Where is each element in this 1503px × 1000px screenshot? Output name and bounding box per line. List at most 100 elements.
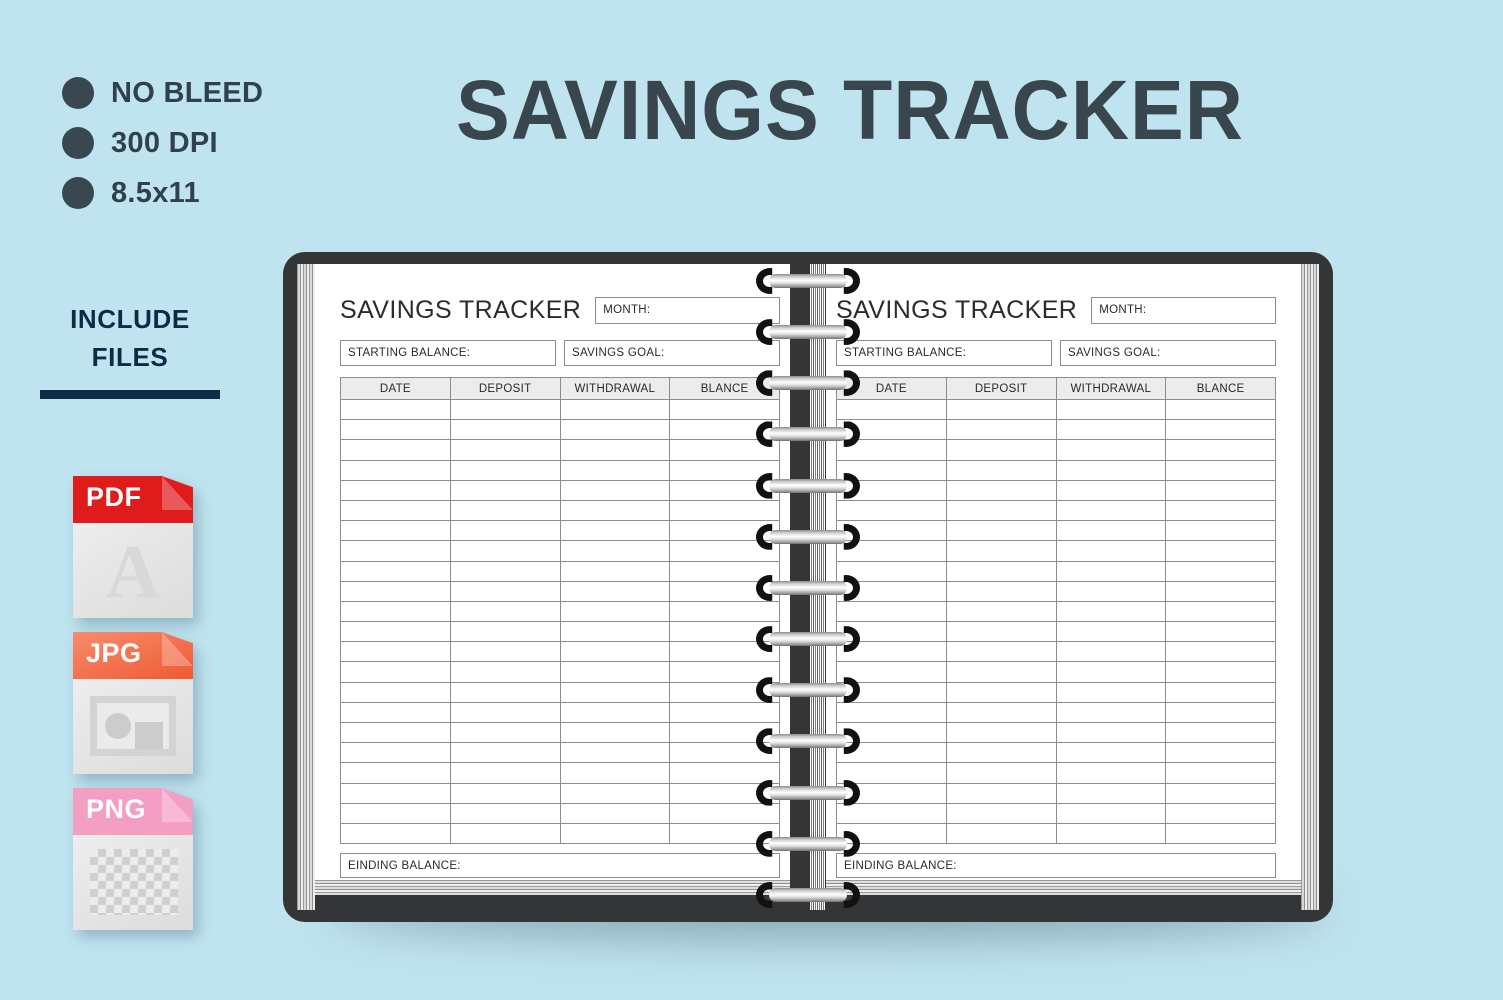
month-field[interactable]: MONTH: [1091, 296, 1276, 324]
table-cell[interactable] [836, 661, 947, 683]
table-row[interactable] [340, 439, 780, 461]
table-cell[interactable] [340, 439, 451, 461]
table-cell[interactable] [340, 540, 451, 562]
table-cell[interactable] [449, 540, 561, 562]
table-cell[interactable] [669, 479, 780, 501]
table-cell[interactable] [340, 600, 451, 623]
table-cell[interactable] [669, 621, 780, 643]
table-cell[interactable] [945, 459, 1057, 481]
table-cell[interactable] [449, 641, 561, 663]
table-cell[interactable] [669, 439, 780, 461]
table-cell[interactable] [559, 580, 671, 602]
table-cell[interactable] [1165, 580, 1276, 602]
table-cell[interactable] [945, 762, 1057, 784]
table-cell[interactable] [340, 661, 451, 683]
table-cell[interactable] [669, 641, 780, 663]
table-cell[interactable] [945, 580, 1057, 602]
table-cell[interactable] [449, 520, 561, 542]
table-cell[interactable] [1055, 439, 1167, 461]
table-cell[interactable] [449, 782, 561, 804]
table-cell[interactable] [559, 742, 671, 764]
table-cell[interactable] [559, 802, 671, 824]
table-cell[interactable] [449, 398, 561, 421]
table-cell[interactable] [669, 762, 780, 784]
table-cell[interactable] [669, 600, 780, 623]
table-cell[interactable] [449, 661, 561, 683]
table-row[interactable] [836, 742, 1276, 764]
table-row[interactable] [340, 742, 780, 764]
table-cell[interactable] [559, 419, 671, 441]
table-cell[interactable] [449, 802, 561, 824]
table-cell[interactable] [559, 439, 671, 461]
table-cell[interactable] [449, 681, 561, 703]
month-field[interactable]: MONTH: [595, 296, 780, 324]
table-cell[interactable] [340, 822, 451, 845]
table-row[interactable] [340, 641, 780, 663]
table-cell[interactable] [559, 822, 671, 845]
table-cell[interactable] [945, 439, 1057, 461]
table-cell[interactable] [559, 641, 671, 663]
table-cell[interactable] [1165, 742, 1276, 764]
table-cell[interactable] [340, 499, 451, 522]
table-cell[interactable] [449, 580, 561, 602]
table-cell[interactable] [340, 621, 451, 643]
table-row[interactable] [836, 721, 1276, 744]
table-cell[interactable] [1055, 661, 1167, 683]
table-cell[interactable] [669, 398, 780, 421]
table-row[interactable] [836, 661, 1276, 683]
table-cell[interactable] [836, 802, 947, 824]
table-row[interactable] [340, 701, 780, 724]
table-cell[interactable] [449, 721, 561, 744]
table-cell[interactable] [945, 802, 1057, 824]
table-cell[interactable] [340, 479, 451, 501]
table-cell[interactable] [340, 419, 451, 441]
table-cell[interactable] [1055, 600, 1167, 623]
table-row[interactable] [340, 681, 780, 703]
table-cell[interactable] [340, 459, 451, 481]
table-cell[interactable] [1055, 802, 1167, 824]
table-cell[interactable] [1165, 782, 1276, 804]
table-cell[interactable] [836, 540, 947, 562]
table-cell[interactable] [836, 398, 947, 421]
table-cell[interactable] [836, 439, 947, 461]
table-row[interactable] [836, 560, 1276, 582]
table-cell[interactable] [669, 499, 780, 522]
starting-balance-field[interactable]: STARTING BALANCE: [340, 340, 556, 366]
table-cell[interactable] [1055, 681, 1167, 703]
table-cell[interactable] [1055, 762, 1167, 784]
table-cell[interactable] [559, 782, 671, 804]
table-cell[interactable] [1165, 459, 1276, 481]
table-cell[interactable] [340, 641, 451, 663]
table-cell[interactable] [836, 459, 947, 481]
table-cell[interactable] [1165, 479, 1276, 501]
table-row[interactable] [836, 802, 1276, 824]
table-cell[interactable] [669, 681, 780, 703]
table-row[interactable] [340, 479, 780, 501]
table-row[interactable] [836, 600, 1276, 623]
table-cell[interactable] [836, 600, 947, 623]
table-cell[interactable] [559, 520, 671, 542]
table-cell[interactable] [836, 621, 947, 643]
table-row[interactable] [836, 762, 1276, 784]
table-row[interactable] [836, 520, 1276, 542]
table-cell[interactable] [559, 479, 671, 501]
table-cell[interactable] [669, 802, 780, 824]
table-row[interactable] [836, 499, 1276, 522]
table-cell[interactable] [340, 701, 451, 724]
table-cell[interactable] [669, 540, 780, 562]
table-cell[interactable] [945, 520, 1057, 542]
table-cell[interactable] [1055, 459, 1167, 481]
table-cell[interactable] [449, 439, 561, 461]
table-cell[interactable] [1055, 520, 1167, 542]
table-cell[interactable] [449, 479, 561, 501]
table-cell[interactable] [945, 479, 1057, 501]
savings-goal-field[interactable]: SAVINGS GOAL: [564, 340, 780, 366]
table-cell[interactable] [1165, 721, 1276, 744]
table-cell[interactable] [945, 822, 1057, 845]
table-cell[interactable] [340, 762, 451, 784]
table-row[interactable] [340, 520, 780, 542]
table-cell[interactable] [1165, 439, 1276, 461]
table-cell[interactable] [1165, 621, 1276, 643]
table-cell[interactable] [945, 661, 1057, 683]
table-cell[interactable] [340, 802, 451, 824]
